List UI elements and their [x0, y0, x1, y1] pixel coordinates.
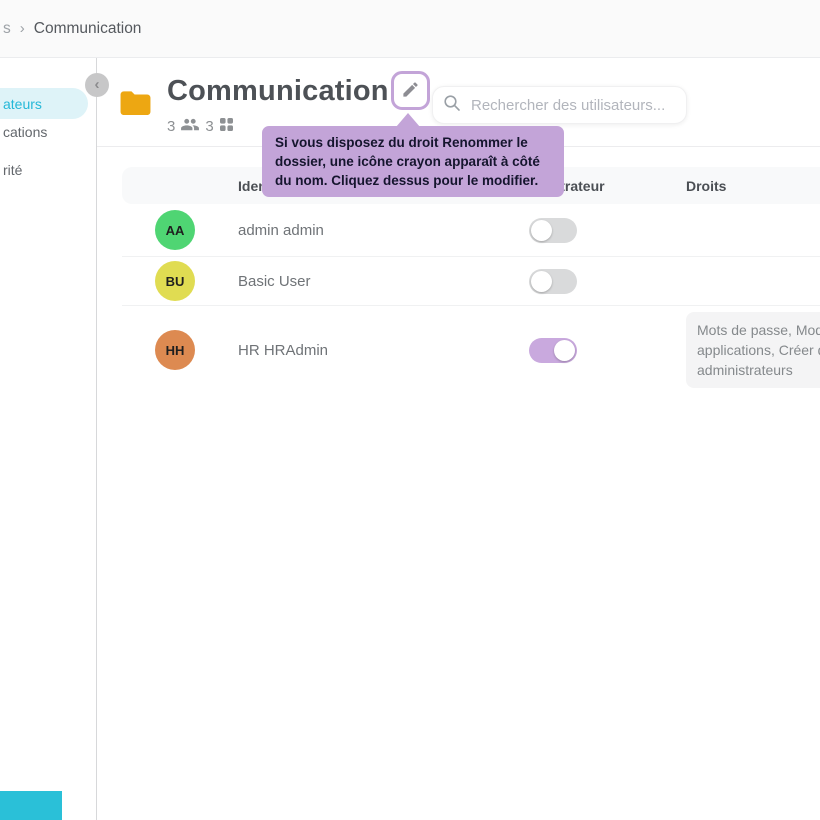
page-title: Communication [167, 75, 389, 108]
search-bar [432, 86, 687, 124]
member-count: 3 [167, 118, 175, 135]
admin-toggle[interactable] [529, 269, 577, 294]
user-name: admin admin [238, 222, 505, 239]
admin-toggle[interactable] [529, 338, 577, 363]
pencil-icon [401, 80, 420, 102]
sidebar-item-users[interactable]: ateurs [0, 88, 88, 119]
table-row: AA admin admin [122, 204, 820, 257]
sidebar-item-label: ateurs [3, 96, 42, 112]
toggle-knob [554, 340, 575, 361]
chevron-left-icon: ‹ [95, 77, 100, 92]
avatar: HH [155, 330, 195, 370]
users-table: Identifiant Administrateur Droits AA adm… [122, 167, 820, 394]
breadcrumb: s › Communication [0, 0, 820, 58]
sidebar-item-label: rité [3, 162, 22, 178]
rights-chip: Mots de passe, Modapplications, Créer da… [686, 312, 820, 388]
table-body: AA admin admin BU Basic User HH HR HR [122, 204, 820, 394]
column-header-rights: Droits [601, 178, 820, 194]
avatar: BU [155, 261, 195, 301]
app-root: s › Communication ateurs cations rité ‹ … [0, 0, 820, 820]
admin-toggle[interactable] [529, 218, 577, 243]
rename-tooltip: Si vous disposez du droit Renommer le do… [262, 126, 564, 197]
breadcrumb-parent-partial[interactable]: s [3, 20, 11, 38]
toggle-knob [531, 271, 552, 292]
avatar: AA [155, 210, 195, 250]
folder-stats: 3 3 [167, 118, 233, 134]
search-icon [443, 94, 461, 117]
app-count: 3 [205, 118, 213, 135]
sidebar-item-applications[interactable]: cations [0, 124, 47, 140]
apps-grid-icon [220, 118, 233, 135]
sidebar-collapse-button[interactable]: ‹ [85, 73, 109, 97]
tooltip-arrow-icon [396, 113, 420, 127]
sidebar: ateurs cations rité [0, 58, 97, 820]
users-icon [181, 118, 199, 135]
sidebar-bottom-accent [0, 791, 62, 820]
user-name: Basic User [238, 273, 505, 290]
search-input[interactable] [471, 97, 676, 114]
breadcrumb-current: Communication [34, 20, 142, 38]
table-row: HH HR HRAdmin Mots de passe, Modapplicat… [122, 306, 820, 394]
user-name: HR HRAdmin [238, 342, 505, 359]
folder-icon [119, 89, 152, 123]
main-content: Communication 3 3 [97, 58, 820, 820]
table-row: BU Basic User [122, 257, 820, 306]
sidebar-item-security[interactable]: rité [0, 162, 22, 178]
tooltip-text: Si vous disposez du droit Renommer le do… [275, 135, 540, 188]
sidebar-item-label: cations [3, 124, 47, 140]
breadcrumb-separator-icon: › [20, 20, 25, 37]
rename-folder-button[interactable] [391, 71, 430, 110]
toggle-knob [531, 220, 552, 241]
